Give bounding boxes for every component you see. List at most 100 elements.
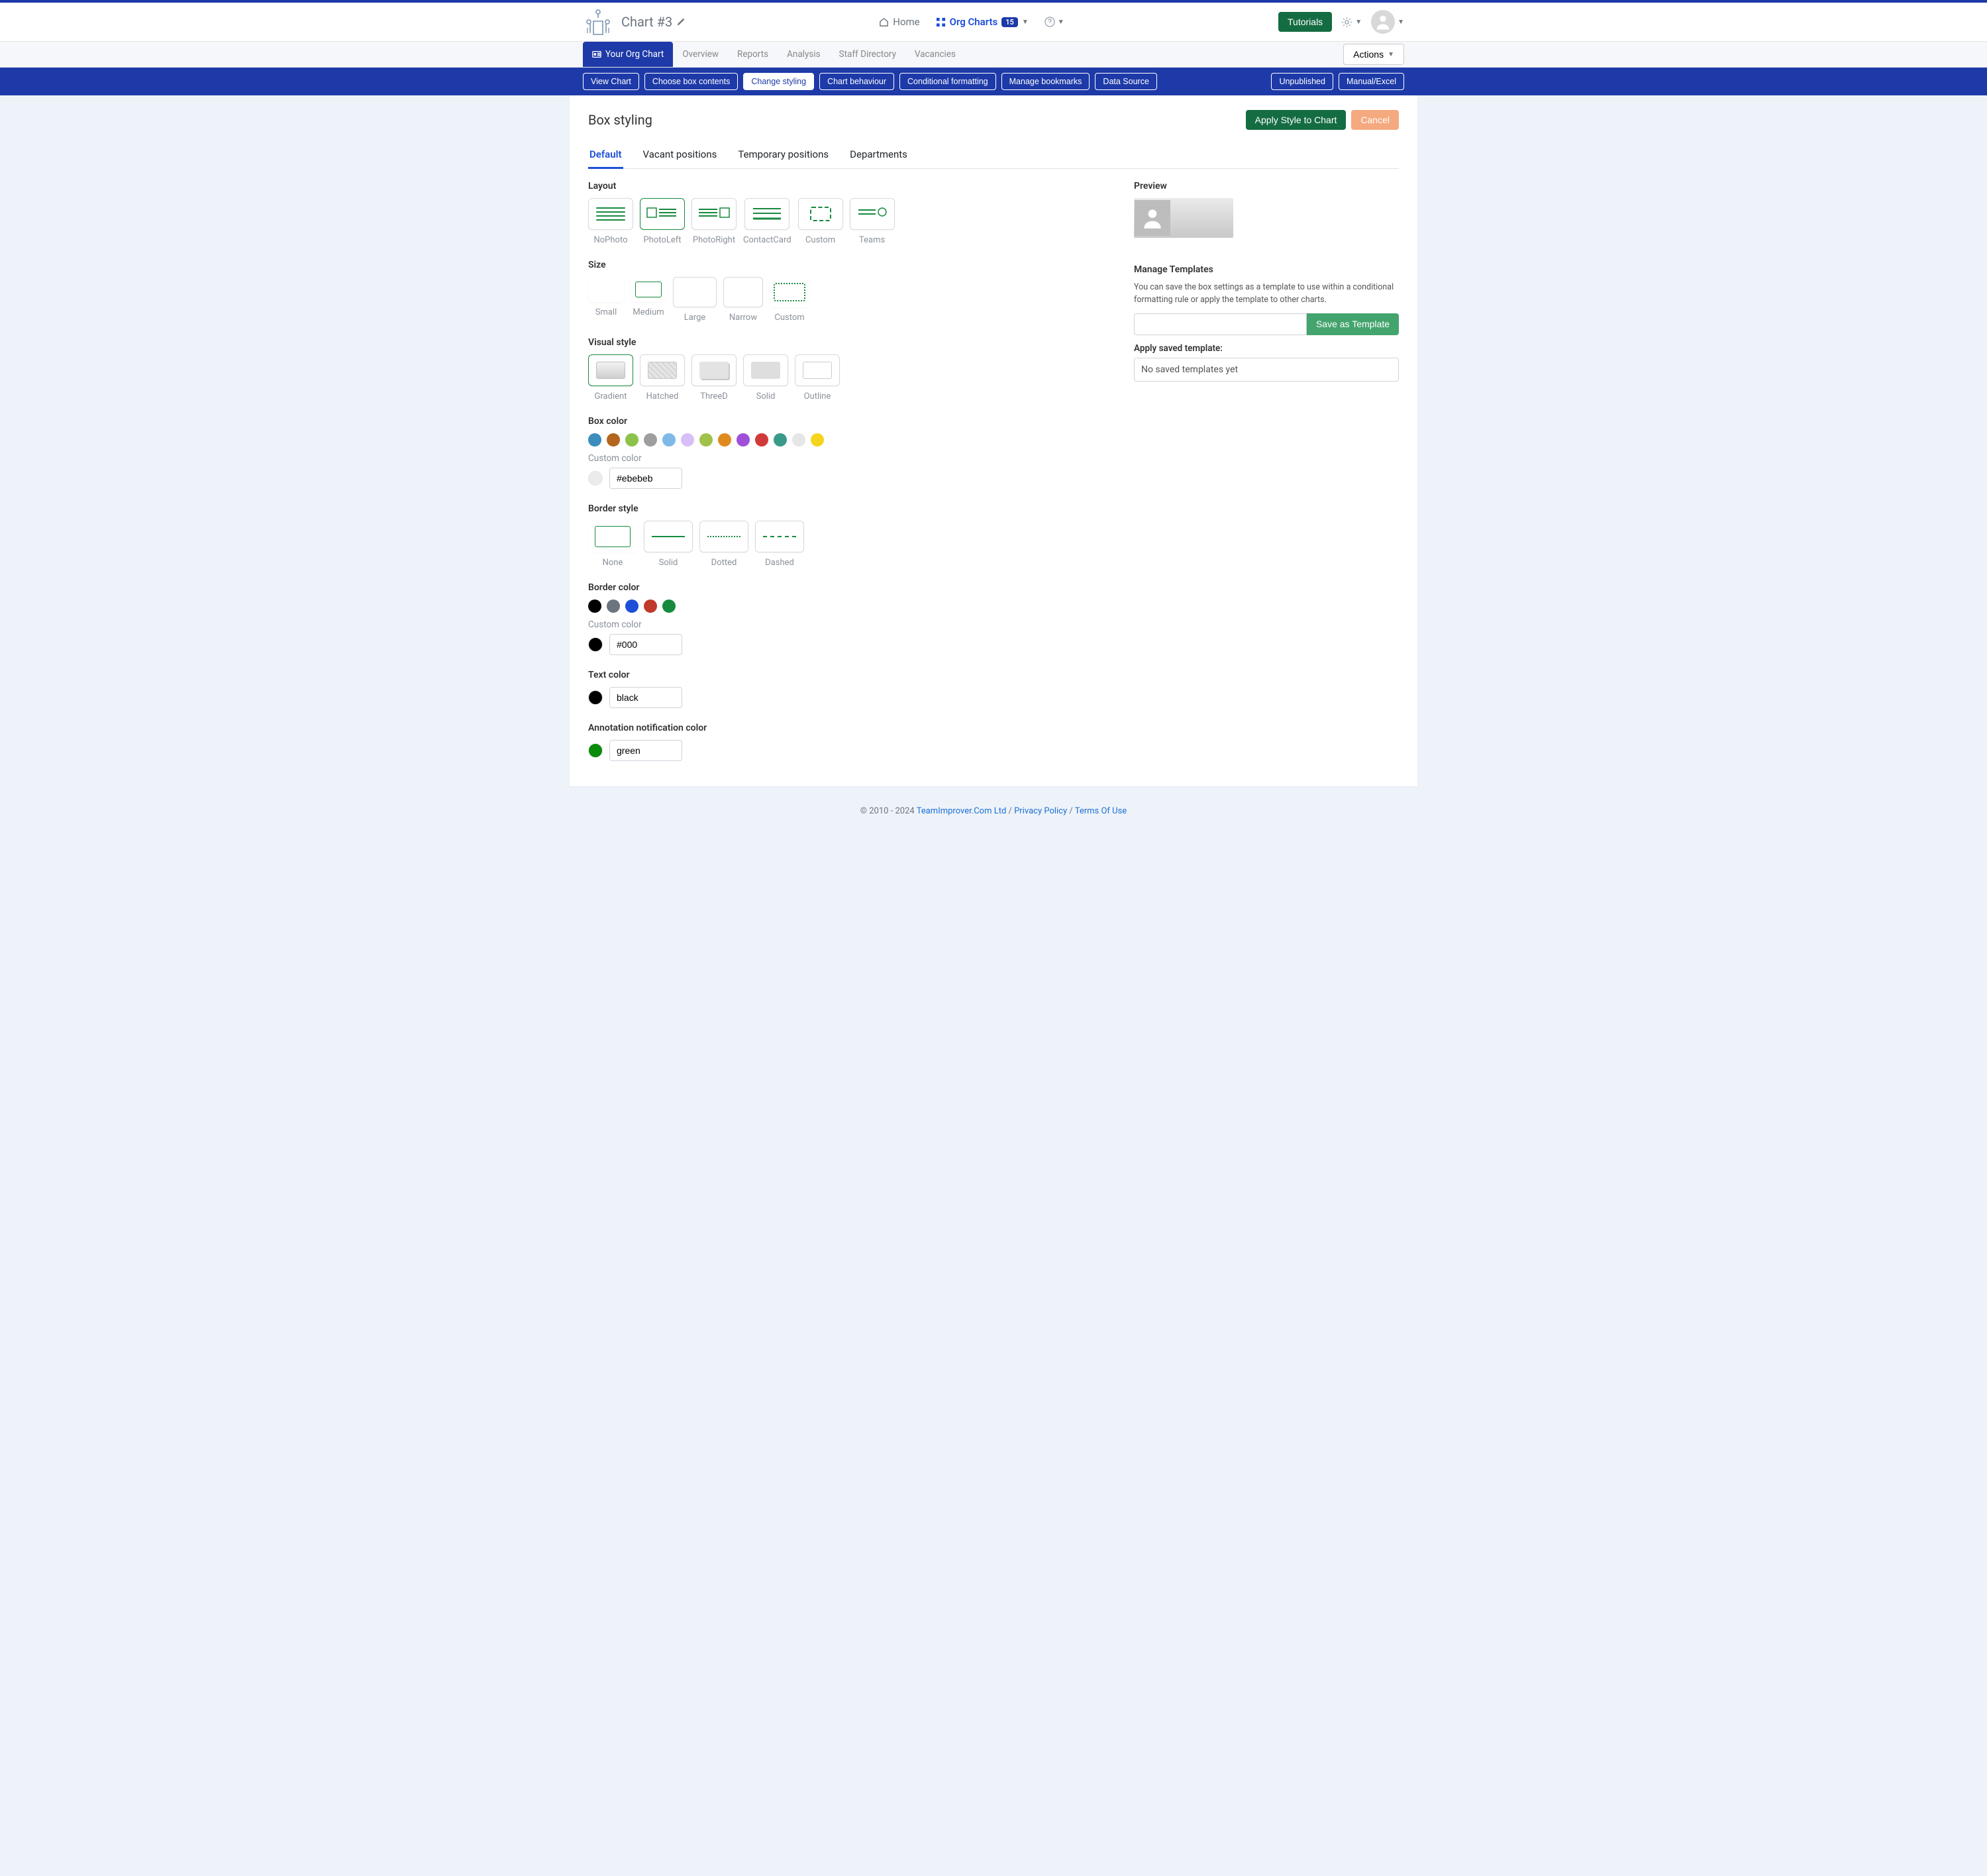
border-color-input[interactable] bbox=[609, 634, 682, 655]
vstyle-gradient[interactable]: Gradient bbox=[588, 354, 633, 401]
box-color-swatch[interactable] bbox=[774, 433, 787, 446]
box-color-swatch[interactable] bbox=[718, 433, 731, 446]
apply-style-button[interactable]: Apply Style to Chart bbox=[1246, 110, 1347, 130]
border-color-swatch[interactable] bbox=[662, 599, 676, 613]
tab-staff-directory[interactable]: Staff Directory bbox=[830, 42, 905, 67]
text-color-input[interactable] bbox=[609, 687, 682, 708]
border-none[interactable]: None bbox=[588, 521, 637, 568]
grid-icon bbox=[936, 17, 946, 27]
nav-home[interactable]: Home bbox=[879, 16, 919, 28]
size-large[interactable]: Large bbox=[673, 277, 717, 323]
user-menu[interactable]: ▼ bbox=[1371, 10, 1404, 34]
size-narrow[interactable]: Narrow bbox=[723, 277, 763, 323]
size-custom[interactable]: Custom bbox=[770, 277, 809, 323]
tutorials-button[interactable]: Tutorials bbox=[1278, 12, 1332, 32]
box-color-swatch[interactable] bbox=[644, 433, 657, 446]
subnav-manage-bookmarks[interactable]: Manage bookmarks bbox=[1001, 73, 1090, 90]
status-manual-excel[interactable]: Manual/Excel bbox=[1339, 73, 1404, 90]
style-tab-vacant[interactable]: Vacant positions bbox=[642, 142, 719, 168]
box-color-swatch[interactable] bbox=[755, 433, 768, 446]
chevron-down-icon: ▼ bbox=[1388, 51, 1394, 58]
template-select[interactable]: No saved templates yet bbox=[1134, 358, 1399, 382]
tab-overview[interactable]: Overview bbox=[673, 42, 728, 67]
footer: © 2010 - 2024 TeamImprover.Com Ltd / Pri… bbox=[0, 786, 1987, 849]
box-color-swatch[interactable] bbox=[737, 433, 750, 446]
tab-reports[interactable]: Reports bbox=[728, 42, 778, 67]
layout-nophoto[interactable]: NoPhoto bbox=[588, 198, 633, 245]
tab-vacancies[interactable]: Vacancies bbox=[905, 42, 965, 67]
settings-dropdown[interactable]: ▼ bbox=[1341, 17, 1362, 28]
annotation-color-label: Annotation notification color bbox=[588, 723, 1107, 733]
footer-company-link[interactable]: TeamImprover.Com Ltd bbox=[917, 806, 1007, 816]
help-dropdown[interactable]: ▼ bbox=[1044, 17, 1064, 27]
layout-custom[interactable]: Custom bbox=[798, 198, 843, 245]
card-icon bbox=[592, 50, 601, 59]
border-color-swatch[interactable] bbox=[607, 599, 620, 613]
nav-org-charts[interactable]: Org Charts 15 ▼ bbox=[936, 16, 1029, 28]
vstyle-outline[interactable]: Outline bbox=[795, 354, 840, 401]
box-color-swatch[interactable] bbox=[792, 433, 805, 446]
text-color-label: Text color bbox=[588, 670, 1107, 680]
save-template-button[interactable]: Save as Template bbox=[1307, 313, 1399, 335]
footer-privacy-link[interactable]: Privacy Policy bbox=[1014, 806, 1067, 816]
subnav-chart-behaviour[interactable]: Chart behaviour bbox=[819, 73, 894, 90]
subnav-conditional-formatting[interactable]: Conditional formatting bbox=[899, 73, 996, 90]
actions-dropdown[interactable]: Actions ▼ bbox=[1343, 44, 1404, 65]
style-tab-departments[interactable]: Departments bbox=[848, 142, 909, 168]
box-color-swatch[interactable] bbox=[607, 433, 620, 446]
text-color-preview bbox=[588, 690, 603, 705]
layout-contactcard[interactable]: ContactCard bbox=[743, 198, 791, 245]
layout-photoleft[interactable]: PhotoLeft bbox=[640, 198, 685, 245]
subnav-view-chart[interactable]: View Chart bbox=[583, 73, 639, 90]
tab-analysis[interactable]: Analysis bbox=[778, 42, 830, 67]
border-color-custom-label: Custom color bbox=[588, 619, 1107, 630]
chevron-down-icon: ▼ bbox=[1022, 19, 1029, 26]
size-medium[interactable]: Medium bbox=[631, 277, 666, 323]
chevron-down-icon: ▼ bbox=[1058, 19, 1064, 26]
border-dotted[interactable]: Dotted bbox=[699, 521, 748, 568]
box-color-swatch[interactable] bbox=[681, 433, 694, 446]
help-icon bbox=[1044, 17, 1055, 27]
vstyle-hatched[interactable]: Hatched bbox=[640, 354, 685, 401]
home-icon bbox=[879, 17, 889, 27]
box-color-swatch[interactable] bbox=[588, 433, 601, 446]
box-color-preview bbox=[588, 471, 603, 486]
subnav-change-styling[interactable]: Change styling bbox=[743, 73, 814, 90]
page-title: Box styling bbox=[588, 112, 652, 128]
avatar-icon bbox=[1371, 10, 1395, 34]
vstyle-solid[interactable]: Solid bbox=[743, 354, 788, 401]
tab-your-org-chart[interactable]: Your Org Chart bbox=[583, 42, 673, 67]
border-dashed[interactable]: Dashed bbox=[755, 521, 804, 568]
box-color-swatch[interactable] bbox=[699, 433, 713, 446]
size-small[interactable]: Small bbox=[588, 277, 624, 323]
chart-title[interactable]: Chart #3 bbox=[621, 14, 686, 30]
layout-photoright[interactable]: PhotoRight bbox=[691, 198, 737, 245]
annotation-color-input[interactable] bbox=[609, 740, 682, 761]
subnav-data-source[interactable]: Data Source bbox=[1095, 73, 1156, 90]
app-logo[interactable] bbox=[583, 8, 613, 36]
box-color-swatch[interactable] bbox=[811, 433, 824, 446]
box-color-input[interactable] bbox=[609, 468, 682, 489]
manage-templates-label: Manage Templates bbox=[1134, 264, 1399, 275]
box-color-swatch[interactable] bbox=[662, 433, 676, 446]
cancel-button[interactable]: Cancel bbox=[1351, 110, 1399, 130]
box-color-swatch[interactable] bbox=[625, 433, 638, 446]
subnav-choose-box-contents[interactable]: Choose box contents bbox=[644, 73, 738, 90]
footer-terms-link[interactable]: Terms Of Use bbox=[1075, 806, 1127, 816]
border-style-label: Border style bbox=[588, 503, 1107, 514]
style-tab-default[interactable]: Default bbox=[588, 142, 623, 169]
style-tab-temporary[interactable]: Temporary positions bbox=[737, 142, 830, 168]
border-color-label: Border color bbox=[588, 582, 1107, 593]
border-color-swatch[interactable] bbox=[644, 599, 657, 613]
border-color-swatch[interactable] bbox=[625, 599, 638, 613]
vstyle-threed[interactable]: ThreeD bbox=[691, 354, 737, 401]
preview-label: Preview bbox=[1134, 181, 1399, 191]
border-solid[interactable]: Solid bbox=[644, 521, 693, 568]
status-unpublished[interactable]: Unpublished bbox=[1271, 73, 1333, 90]
border-color-swatch[interactable] bbox=[588, 599, 601, 613]
org-charts-count-badge: 15 bbox=[1001, 17, 1018, 27]
gear-icon bbox=[1341, 17, 1352, 28]
size-label: Size bbox=[588, 260, 1107, 270]
layout-teams[interactable]: Teams bbox=[850, 198, 895, 245]
template-name-input[interactable] bbox=[1134, 313, 1307, 335]
